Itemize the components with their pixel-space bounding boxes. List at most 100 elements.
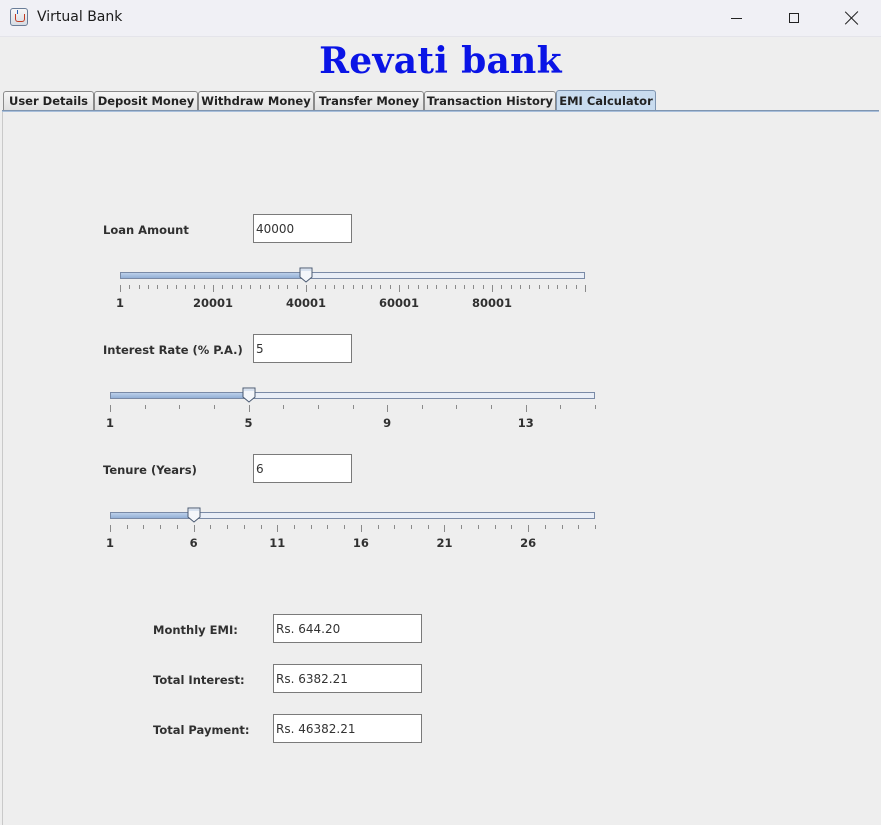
tab-transfer-money[interactable]: Transfer Money: [314, 91, 424, 110]
slider-minor-tick: [417, 285, 419, 289]
tab-deposit-money[interactable]: Deposit Money: [94, 91, 198, 110]
tab-user-details[interactable]: User Details: [3, 91, 94, 110]
slider-fill: [121, 273, 307, 278]
interest-rate-field[interactable]: [253, 334, 352, 363]
slider-thumb[interactable]: [187, 507, 201, 523]
maximize-icon: [789, 13, 799, 23]
slider-minor-tick: [575, 285, 577, 289]
tenure-label: Tenure (Years): [103, 463, 197, 477]
loan-amount-slider[interactable]: 1 20001 40001 60001 80001: [116, 267, 586, 320]
total-payment-field[interactable]: Rs. 46382.21: [273, 714, 422, 743]
slider-track[interactable]: [120, 272, 585, 279]
minimize-icon: [730, 17, 742, 19]
slider-minor-tick: [427, 525, 429, 529]
maximize-button[interactable]: [765, 0, 823, 36]
slider-minor-tick: [557, 285, 559, 289]
close-button[interactable]: [823, 0, 881, 36]
slider-minor-tick: [185, 285, 187, 289]
slider-minor-tick: [126, 525, 128, 529]
slider-tick-label: 1: [115, 296, 125, 310]
interest-rate-input[interactable]: [256, 335, 351, 362]
slider-minor-tick: [287, 285, 289, 289]
bank-name-heading: Revati bank: [319, 40, 562, 82]
slider-track[interactable]: [110, 512, 595, 519]
slider-minor-tick: [166, 285, 168, 289]
slider-tick-label: 20001: [192, 296, 234, 310]
slider-minor-tick: [240, 285, 242, 289]
slider-tick-label: 11: [269, 536, 286, 550]
monthly-emi-field[interactable]: Rs. 644.20: [273, 614, 422, 643]
slider-minor-tick: [377, 525, 379, 529]
slider-minor-tick: [243, 525, 245, 529]
slider-major-tick: [528, 525, 530, 532]
slider-minor-tick: [595, 525, 596, 529]
slider-minor-tick: [222, 285, 224, 289]
slider-minor-tick: [544, 525, 546, 529]
tab-emi-calculator[interactable]: EMI Calculator: [556, 90, 656, 111]
slider-minor-tick: [501, 285, 503, 289]
slider-minor-tick: [561, 525, 563, 529]
slider-tick-label: 1: [105, 536, 115, 550]
minimize-button[interactable]: [707, 0, 765, 36]
total-interest-field[interactable]: Rs. 6382.21: [273, 664, 422, 693]
slider-tick-label: 21: [436, 536, 453, 550]
slider-major-tick: [277, 525, 279, 532]
slider-minor-tick: [268, 285, 270, 289]
slider-minor-tick: [259, 285, 261, 289]
tab-transaction-history[interactable]: Transaction History: [424, 91, 556, 110]
slider-minor-tick: [547, 285, 549, 289]
slider-minor-tick: [436, 285, 438, 289]
slider-thumb[interactable]: [242, 387, 256, 403]
slider-minor-tick: [315, 285, 317, 289]
slider-tick-label: 16: [352, 536, 369, 550]
slider-major-tick: [213, 285, 214, 292]
tenure-field[interactable]: [253, 454, 352, 483]
slider-minor-tick: [147, 285, 149, 289]
slider-minor-tick: [175, 285, 177, 289]
slider-minor-tick: [231, 285, 233, 289]
slider-minor-tick: [160, 525, 162, 529]
slider-minor-tick: [491, 405, 493, 409]
slider-minor-tick: [371, 285, 373, 289]
loan-amount-input[interactable]: [256, 215, 351, 242]
slider-minor-tick: [227, 525, 229, 529]
slider-minor-tick: [194, 285, 196, 289]
tenure-slider[interactable]: 1 6 11 16 21 26: [106, 507, 596, 560]
slider-tick-label: 6: [189, 536, 198, 550]
slider-major-tick: [110, 525, 111, 532]
slider-minor-tick: [473, 285, 475, 289]
slider-minor-tick: [129, 285, 131, 289]
slider-minor-tick: [389, 285, 391, 289]
slider-minor-tick: [293, 525, 295, 529]
slider-minor-tick: [352, 405, 354, 409]
slider-major-tick: [525, 405, 527, 412]
slider-minor-tick: [203, 285, 205, 289]
slider-minor-tick: [519, 285, 521, 289]
tab-withdraw-money[interactable]: Withdraw Money: [198, 91, 314, 110]
window-title: Virtual Bank: [37, 9, 123, 25]
slider-minor-tick: [464, 285, 466, 289]
interest-rate-slider[interactable]: 1 5 9 13: [106, 387, 596, 440]
window-title-bar: Virtual Bank: [0, 0, 881, 37]
loan-amount-field[interactable]: [253, 214, 352, 243]
slider-major-tick: [120, 285, 121, 292]
slider-minor-tick: [445, 285, 447, 289]
slider-major-tick: [306, 285, 307, 292]
slider-minor-tick: [210, 525, 212, 529]
slider-minor-tick: [213, 405, 215, 409]
slider-minor-tick: [157, 285, 159, 289]
slider-major-tick: [360, 525, 362, 532]
slider-minor-tick: [595, 405, 596, 409]
slider-major-tick: [110, 405, 111, 412]
slider-tick-label: 26: [520, 536, 537, 550]
slider-minor-tick: [310, 525, 312, 529]
slider-minor-tick: [510, 285, 512, 289]
slider-thumb[interactable]: [299, 267, 313, 283]
slider-track[interactable]: [110, 392, 595, 399]
slider-minor-tick: [317, 405, 319, 409]
slider-major-tick: [193, 525, 195, 532]
slider-minor-tick: [426, 285, 428, 289]
slider-minor-tick: [456, 405, 458, 409]
tenure-input[interactable]: [256, 455, 351, 482]
slider-minor-tick: [260, 525, 262, 529]
